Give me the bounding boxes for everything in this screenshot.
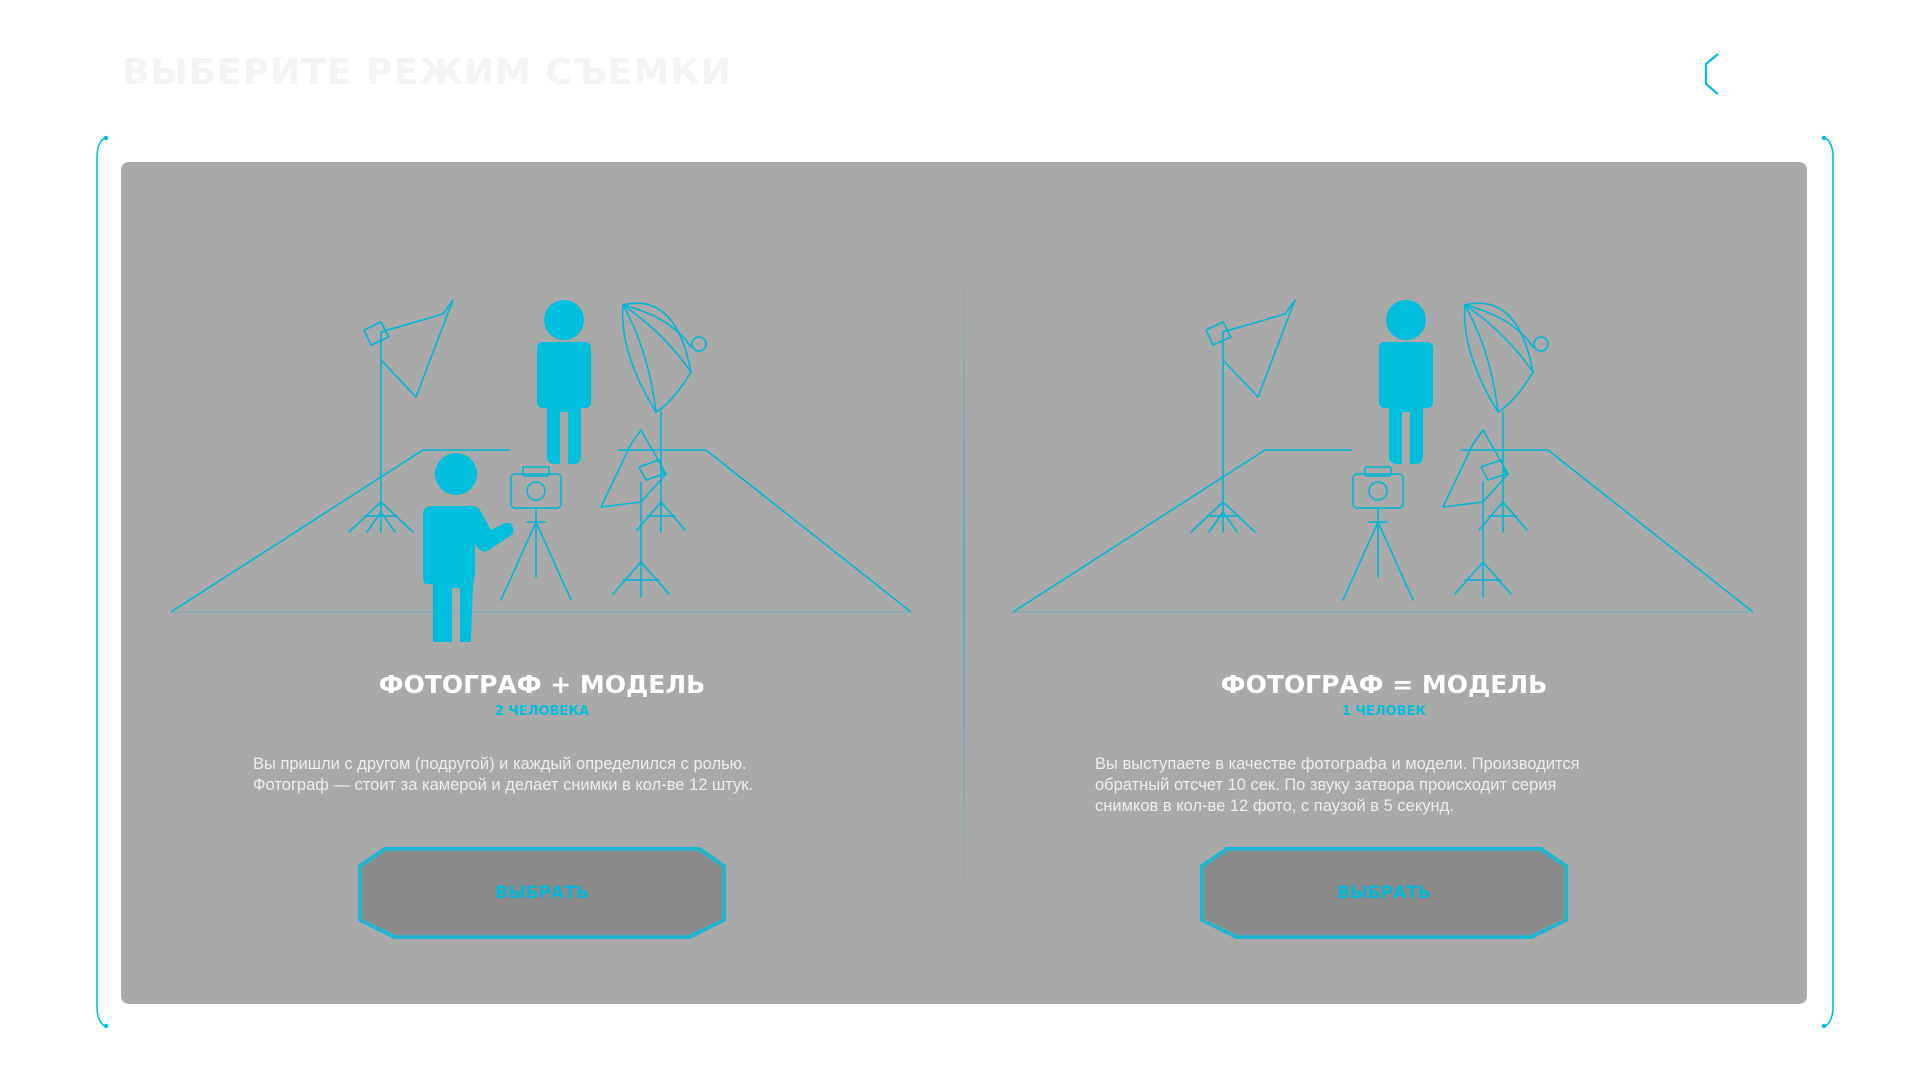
mode-card-photographer-equals-model: ФОТОГРАФ = МОДЕЛЬ 1 ЧЕЛОВЕК Вы выступает… [963, 162, 1805, 1004]
mode-people-count: 1 ЧЕЛОВЕК [1341, 704, 1427, 719]
description-line: обратный отсчет 10 сек. По звуку затвора… [1095, 776, 1557, 794]
photographer-figure [423, 453, 514, 642]
chevron-left-hexagon-icon [1704, 53, 1719, 95]
frame-bracket-right [1821, 135, 1834, 1029]
select-button-label: ВЫБРАТЬ [495, 883, 589, 903]
select-button-photographer-plus-model[interactable]: ВЫБРАТЬ [356, 845, 728, 941]
back-button[interactable] [1700, 50, 1740, 98]
select-button-photographer-equals-model[interactable]: ВЫБРАТЬ [1198, 845, 1570, 941]
mode-title: ФОТОГРАФ + МОДЕЛЬ [378, 670, 706, 699]
description-line: Вы выступаете в качестве фотографа и мод… [1095, 755, 1580, 773]
description-line: Фотограф — стоит за камерой и делает сни… [253, 776, 754, 794]
description-line: снимков в кол-ве 12 фото, с паузой в 5 с… [1095, 797, 1454, 815]
mode-card-photographer-plus-model: ФОТОГРАФ + МОДЕЛЬ 2 ЧЕЛОВЕКА Вы пришли с… [121, 162, 963, 1004]
mode-selection-panel: ФОТОГРАФ + МОДЕЛЬ 2 ЧЕЛОВЕКА Вы пришли с… [121, 162, 1807, 1004]
page-title: ВЫБЕРИТЕ РЕЖИМ СЪЕМКИ [122, 52, 732, 93]
studio-two-people-illustration [171, 299, 911, 642]
frame-bracket-left [96, 135, 109, 1029]
select-button-label: ВЫБРАТЬ [1337, 883, 1431, 903]
mode-description: Вы пришли с другом (подругой) и каждый о… [253, 754, 853, 796]
description-line: Вы пришли с другом (подругой) и каждый о… [253, 755, 747, 773]
mode-title: ФОТОГРАФ = МОДЕЛЬ [1220, 670, 1548, 699]
studio-one-person-illustration [1013, 299, 1753, 613]
mode-description: Вы выступаете в качестве фотографа и мод… [1095, 754, 1695, 817]
mode-people-count: 2 ЧЕЛОВЕКА [494, 704, 590, 719]
